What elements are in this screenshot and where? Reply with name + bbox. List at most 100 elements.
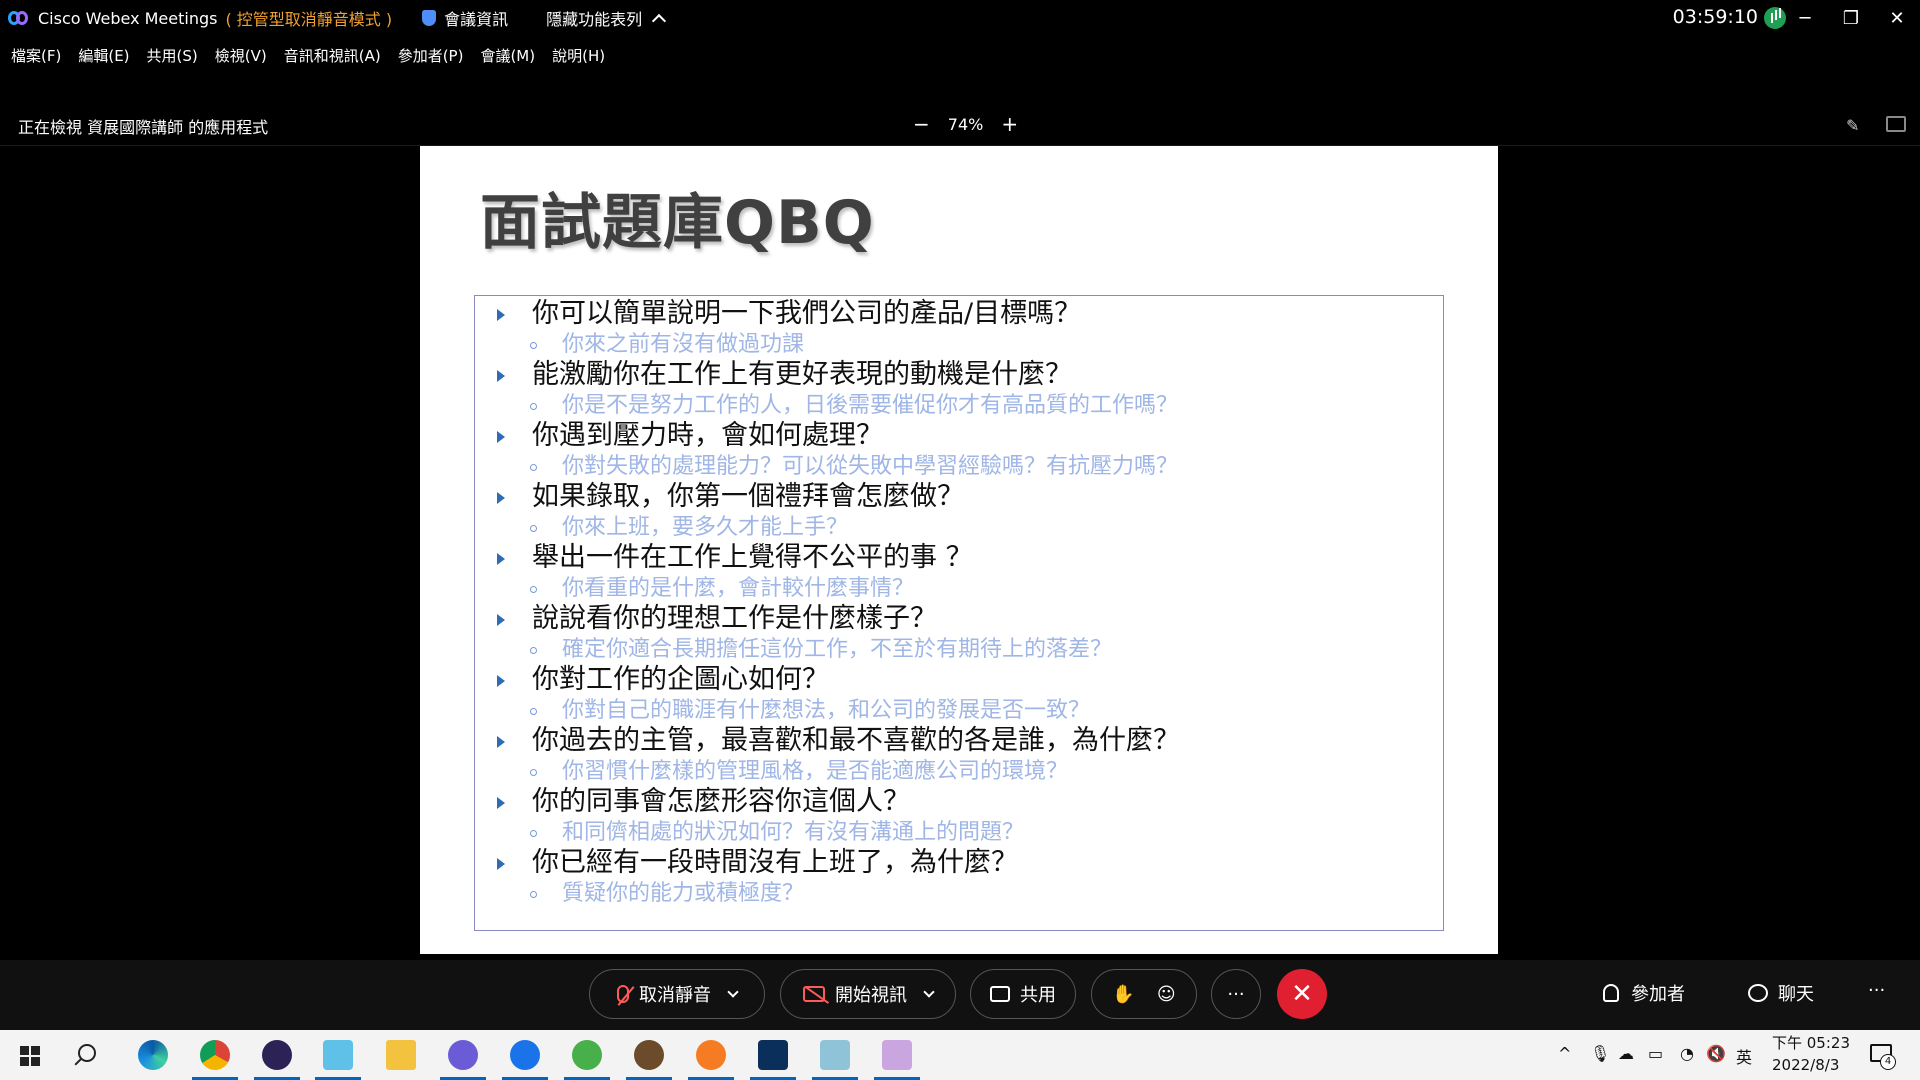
system-date: 2022/8/3 [1772, 1056, 1840, 1074]
chevron-down-icon[interactable] [923, 986, 935, 998]
menu-view[interactable]: 檢視(V) [215, 45, 267, 66]
question-item: 舉出一件在工作上覺得不公平的事 ？ 你看重的是什麼，會計較什麼事情？ [495, 542, 1435, 603]
triangle-bullet-icon [497, 675, 505, 687]
brave-icon[interactable] [688, 1040, 734, 1080]
maps-icon[interactable] [502, 1040, 548, 1080]
line-icon[interactable] [564, 1040, 610, 1080]
chat-button[interactable]: 聊天 [1748, 980, 1814, 1006]
menu-meeting[interactable]: 會議(M) [480, 45, 535, 66]
onedrive-icon[interactable]: ☁ [1618, 1044, 1634, 1063]
subpoint-text: 你來之前有沒有做過功課 [562, 332, 805, 357]
menu-bar: 檔案(F) 編輯(E) 共用(S) 檢視(V) 音訊和視訊(A) 參加者(P) … [0, 40, 611, 70]
minimize-button[interactable]: ─ [1782, 0, 1828, 36]
paint-icon[interactable] [874, 1040, 920, 1080]
tray-chevron-icon[interactable]: ^ [1558, 1044, 1571, 1063]
battery-icon[interactable]: ▭ [1648, 1044, 1663, 1063]
shield-icon [422, 10, 437, 26]
subpoint-text: 你對失敗的處理能力？可以從失敗中學習經驗嗎？有抗壓力嗎？ [562, 454, 1179, 479]
question-main: 能激勵你在工作上有更好表現的動機是什麼？ [495, 359, 1435, 391]
notes-icon[interactable] [812, 1040, 858, 1080]
volume-muted-icon[interactable]: 🔇 [1706, 1044, 1726, 1063]
view-options-icon[interactable] [1886, 116, 1906, 132]
question-main: 舉出一件在工作上覺得不公平的事 ？ [495, 542, 1435, 574]
question-subpoint: 和同儕相處的狀況如何？有沒有溝通上的問題？ [495, 818, 1435, 847]
meeting-clock: 03:59:10 [1672, 6, 1758, 28]
edge-icon[interactable] [138, 1040, 168, 1070]
question-item: 你的同事會怎麼形容你這個人？ 和同儕相處的狀況如何？有沒有溝通上的問題？ [495, 786, 1435, 847]
subpoint-text: 你看重的是什麼，會計較什麼事情？ [562, 576, 915, 601]
start-video-button[interactable]: 開始視訊 [780, 969, 956, 1019]
mic-muted-icon [617, 985, 629, 1003]
game-icon[interactable] [626, 1040, 672, 1080]
menu-participants[interactable]: 參加者(P) [398, 45, 464, 66]
start-video-label: 開始視訊 [835, 985, 907, 1006]
wifi-icon[interactable]: ◔ [1680, 1044, 1694, 1063]
participants-label: 參加者 [1631, 984, 1685, 1005]
circle-bullet-icon [530, 891, 537, 898]
question-main: 你的同事會怎麼形容你這個人？ [495, 786, 1435, 818]
question-item: 你對工作的企圖心如何？ 你對自己的職涯有什麼想法，和公司的發展是否一致？ [495, 664, 1435, 725]
unmute-button[interactable]: 取消靜音 [589, 969, 765, 1019]
question-subpoint: 確定你適合長期擔任這份工作，不至於有期待上的落差？ [495, 635, 1435, 664]
triangle-bullet-icon [497, 614, 505, 626]
question-text: 舉出一件在工作上覺得不公平的事 ？ [532, 542, 973, 573]
chevron-down-icon[interactable] [727, 986, 739, 998]
question-subpoint: 你對自己的職涯有什麼想法，和公司的發展是否一致？ [495, 696, 1435, 725]
eclipse-icon[interactable] [254, 1040, 300, 1080]
zoom-in-button[interactable]: + [1001, 112, 1018, 136]
webex-logo-icon [8, 7, 30, 29]
zoom-level: 74% [947, 114, 984, 134]
raise-hand-icon[interactable]: ✋ [1112, 984, 1134, 1005]
circle-bullet-icon [530, 708, 537, 715]
system-time: 下午 05:23 [1772, 1034, 1850, 1052]
notification-count: 4 [1880, 1054, 1896, 1070]
unmute-label: 取消靜音 [639, 985, 711, 1006]
menu-share[interactable]: 共用(S) [147, 45, 198, 66]
microphone-icon[interactable]: 🎙 [1590, 1044, 1610, 1063]
overflow-menu-button[interactable]: ··· [1868, 980, 1885, 1001]
search-icon[interactable] [78, 1044, 96, 1062]
menu-file[interactable]: 檔案(F) [11, 45, 61, 66]
emoji-reaction-icon[interactable]: ☺ [1157, 984, 1176, 1005]
shared-slide: 面試題庫QBQ 你可以簡單說明一下我們公司的產品/目標嗎？ 你來之前有沒有做過功課… [420, 146, 1498, 954]
subpoint-text: 你習慣什麼樣的管理風格，是否能適應公司的環境？ [562, 759, 1069, 784]
windows-start-icon[interactable] [20, 1046, 40, 1066]
question-subpoint: 你來之前有沒有做過功課 [495, 330, 1435, 359]
file-explorer-icon[interactable] [386, 1040, 416, 1070]
participants-icon [1603, 984, 1619, 1002]
question-subpoint: 你來上班，要多久才能上手？ [495, 513, 1435, 542]
leave-meeting-button[interactable]: ✕ [1277, 969, 1327, 1019]
ime-indicator[interactable]: 英 [1736, 1044, 1752, 1068]
circle-bullet-icon [530, 647, 537, 654]
hide-menu-bar-button[interactable]: 隱藏功能表列 [546, 6, 667, 30]
triangle-bullet-icon [497, 797, 505, 809]
chrome-icon[interactable] [192, 1040, 238, 1080]
windows-taskbar: ^ 🎙 ☁ ▭ ◔ 🔇 英 下午 05:23 2022/8/3 4 [0, 1030, 1920, 1080]
zoom-out-button[interactable]: − [913, 112, 930, 136]
mute-mode-label: ( 控管型取消靜音模式 ) [225, 10, 393, 29]
question-text: 你遇到壓力時，會如何處理？ [532, 420, 883, 451]
annotate-icon[interactable]: ✎ [1846, 116, 1866, 136]
snipping-tool-icon[interactable] [315, 1040, 361, 1080]
question-main: 說說看你的理想工作是什麼樣子？ [495, 603, 1435, 635]
menu-audio-video[interactable]: 音訊和視訊(A) [284, 45, 381, 66]
triangle-bullet-icon [497, 309, 505, 321]
menu-help[interactable]: 說明(H) [552, 45, 605, 66]
more-options-button[interactable]: ··· [1211, 969, 1261, 1019]
system-clock[interactable]: 下午 05:23 2022/8/3 [1772, 1032, 1850, 1076]
menu-edit[interactable]: 編輯(E) [78, 45, 129, 66]
participants-button[interactable]: 參加者 [1603, 980, 1685, 1006]
zoom-controls: − 74% + [913, 112, 1018, 136]
question-main: 你對工作的企圖心如何？ [495, 664, 1435, 696]
question-main: 你過去的主管，最喜歡和最不喜歡的各是誰，為什麼？ [495, 725, 1435, 757]
share-button[interactable]: 共用 [970, 969, 1076, 1019]
close-button[interactable]: ✕ [1874, 0, 1920, 36]
share-label: 共用 [1020, 985, 1056, 1006]
meeting-info-button[interactable]: 會議資訊 [422, 6, 508, 30]
discord-icon[interactable] [440, 1040, 486, 1080]
question-subpoint: 你是不是努力工作的人，日後需要催促你才有高品質的工作嗎？ [495, 391, 1435, 420]
meeting-control-bar: 取消靜音 開始視訊 共用 ✋ ☺ ··· ✕ 參加者 聊天 ··· [0, 960, 1920, 1030]
question-item: 說說看你的理想工作是什麼樣子？ 確定你適合長期擔任這份工作，不至於有期待上的落差？ [495, 603, 1435, 664]
restore-button[interactable]: ❐ [1828, 0, 1874, 36]
webex-taskbar-icon[interactable] [750, 1040, 796, 1080]
